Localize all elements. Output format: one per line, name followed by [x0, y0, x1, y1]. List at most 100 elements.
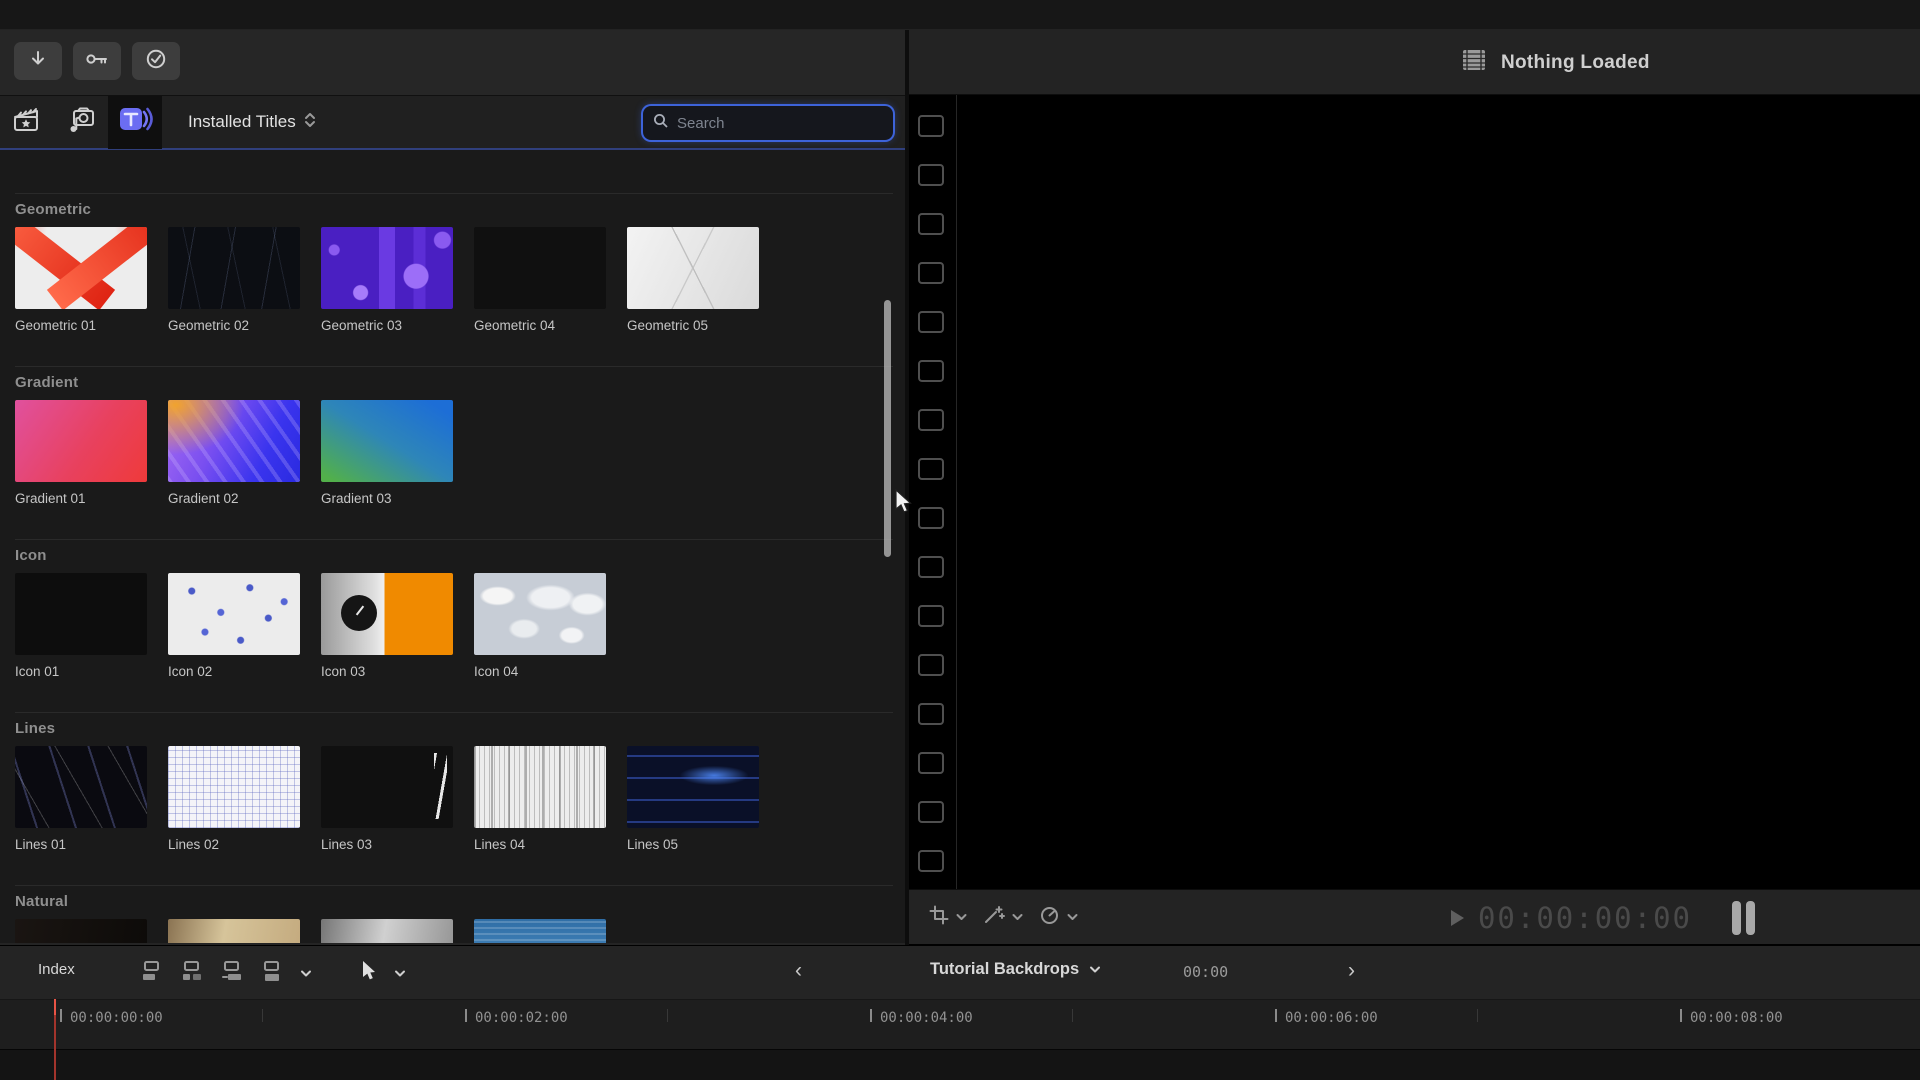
- title-label: Geometric 05: [627, 318, 709, 333]
- connect-edit-icon[interactable]: [140, 959, 164, 988]
- play-icon[interactable]: [1450, 909, 1464, 926]
- title-thumbnail[interactable]: [15, 400, 147, 482]
- playhead[interactable]: [54, 999, 56, 1080]
- title-thumbnail[interactable]: [15, 573, 147, 655]
- check-button[interactable]: [132, 42, 180, 80]
- chevron-down-icon[interactable]: [1067, 908, 1078, 926]
- title-thumbnail[interactable]: [168, 746, 300, 828]
- title-item[interactable]: Lines 02: [168, 746, 300, 852]
- title-thumbnail[interactable]: [627, 746, 759, 828]
- chevron-down-icon[interactable]: [1012, 908, 1023, 926]
- filmstrip-divider: [956, 95, 957, 889]
- film-sprocket-hole: [918, 752, 944, 774]
- title-thumbnail[interactable]: [321, 919, 453, 943]
- title-thumbnail[interactable]: [321, 573, 453, 655]
- ruler-minor-tick: [667, 1009, 668, 1022]
- audio-meter-bar: [1746, 900, 1755, 935]
- film-sprocket-hole: [918, 213, 944, 235]
- overwrite-edit-icon[interactable]: [260, 959, 284, 988]
- title-item[interactable]: Icon 01: [15, 573, 147, 679]
- audio-meters-button[interactable]: [1732, 900, 1755, 935]
- title-item[interactable]: Icon 04: [474, 573, 606, 679]
- title-item[interactable]: [321, 919, 453, 943]
- titles-source-dropdown[interactable]: Installed Titles: [188, 112, 316, 133]
- title-thumbnail[interactable]: [168, 919, 300, 943]
- title-item[interactable]: Lines 05: [627, 746, 759, 852]
- title-item[interactable]: Gradient 03: [321, 400, 453, 506]
- key-button[interactable]: [73, 42, 121, 80]
- window-top-strip: [0, 0, 1920, 30]
- title-item[interactable]: Gradient 01: [15, 400, 147, 506]
- crop-tool-button[interactable]: [929, 905, 967, 930]
- title-thumbnail[interactable]: [321, 227, 453, 309]
- title-item[interactable]: Gradient 02: [168, 400, 300, 506]
- film-sprocket-hole: [918, 605, 944, 627]
- search-box[interactable]: [643, 106, 893, 140]
- title-thumbnail[interactable]: [168, 227, 300, 309]
- title-item[interactable]: Geometric 05: [627, 227, 759, 333]
- title-item[interactable]: Icon 02: [168, 573, 300, 679]
- tab-photos-audio-browser[interactable]: [54, 96, 108, 149]
- titles-grid: Geometric Geometric 01 Geometric 02 Geometr…: [0, 150, 905, 943]
- title-item[interactable]: Lines 04: [474, 746, 606, 852]
- tab-titles-generators-browser[interactable]: [108, 95, 162, 149]
- film-sprocket-hole: [918, 458, 944, 480]
- title-thumbnail[interactable]: [474, 227, 606, 309]
- film-sprocket-hole: [918, 654, 944, 676]
- retime-tool-button[interactable]: [1039, 905, 1078, 930]
- title-thumbnail[interactable]: [15, 919, 147, 943]
- title-item[interactable]: [15, 919, 147, 943]
- tool-chevron-icon[interactable]: [394, 965, 406, 983]
- title-item[interactable]: Geometric 02: [168, 227, 300, 333]
- browser-scrollbar[interactable]: [884, 300, 891, 557]
- title-item[interactable]: Lines 03: [321, 746, 453, 852]
- timeline-track-area[interactable]: [0, 1049, 1920, 1080]
- download-button[interactable]: [14, 42, 62, 80]
- title-label: Geometric 04: [474, 318, 556, 333]
- title-thumbnail[interactable]: [15, 746, 147, 828]
- next-timeline-button[interactable]: ›: [1348, 959, 1355, 983]
- title-item[interactable]: Geometric 03: [321, 227, 453, 333]
- title-thumbnail[interactable]: [321, 746, 453, 828]
- title-label: Gradient 01: [15, 491, 86, 506]
- title-thumbnail[interactable]: [627, 227, 759, 309]
- timeline-ruler[interactable]: 00:00:00:00 00:00:02:00 00:00:04:00 00:00:0…: [0, 999, 1920, 1049]
- enhance-tool-button[interactable]: [983, 905, 1023, 930]
- timeline-project-selector[interactable]: Tutorial Backdrops: [930, 960, 1101, 979]
- insert-edit-icon[interactable]: [180, 959, 204, 988]
- ruler-tick: 00:00:06:00: [1275, 1009, 1378, 1026]
- category-section: Gradient Gradient 01 Gradient 02 Gradient 0…: [15, 366, 893, 539]
- title-thumbnail[interactable]: [474, 746, 606, 828]
- title-item[interactable]: Geometric 04: [474, 227, 606, 333]
- film-sprocket-hole: [918, 801, 944, 823]
- append-edit-icon[interactable]: [220, 959, 244, 988]
- title-thumbnail[interactable]: [474, 573, 606, 655]
- title-label: Icon 01: [15, 664, 60, 679]
- tab-media-browser[interactable]: [0, 96, 54, 149]
- ruler-tick: 00:00:04:00: [870, 1009, 973, 1026]
- title-item[interactable]: [168, 919, 300, 943]
- title-item[interactable]: [474, 919, 606, 943]
- download-icon: [28, 49, 48, 74]
- clapperboard-icon: [11, 104, 43, 141]
- viewer-header: Nothing Loaded: [909, 30, 1920, 95]
- title-item[interactable]: Icon 03: [321, 573, 453, 679]
- edit-mode-chevron-icon[interactable]: [300, 965, 312, 983]
- title-thumbnail[interactable]: [474, 919, 606, 943]
- film-sprocket-hole: [918, 360, 944, 382]
- select-tool-icon[interactable]: [358, 959, 378, 988]
- title-item[interactable]: Lines 01: [15, 746, 147, 852]
- title-item[interactable]: Geometric 01: [15, 227, 147, 333]
- check-circle-icon: [145, 48, 167, 75]
- chevron-down-icon[interactable]: [956, 908, 967, 926]
- timeline-pane: Index ‹ Tutorial Backdrops 00:00 › 00:00…: [0, 945, 1920, 1080]
- title-thumbnail[interactable]: [15, 227, 147, 309]
- index-button[interactable]: Index: [38, 961, 75, 978]
- title-thumbnail[interactable]: [168, 573, 300, 655]
- previous-timeline-button[interactable]: ‹: [795, 959, 802, 983]
- title-thumbnail[interactable]: [168, 400, 300, 482]
- search-input[interactable]: [677, 114, 883, 132]
- title-thumbnail[interactable]: [321, 400, 453, 482]
- film-sprocket-hole: [918, 311, 944, 333]
- project-name: Tutorial Backdrops: [930, 960, 1080, 978]
